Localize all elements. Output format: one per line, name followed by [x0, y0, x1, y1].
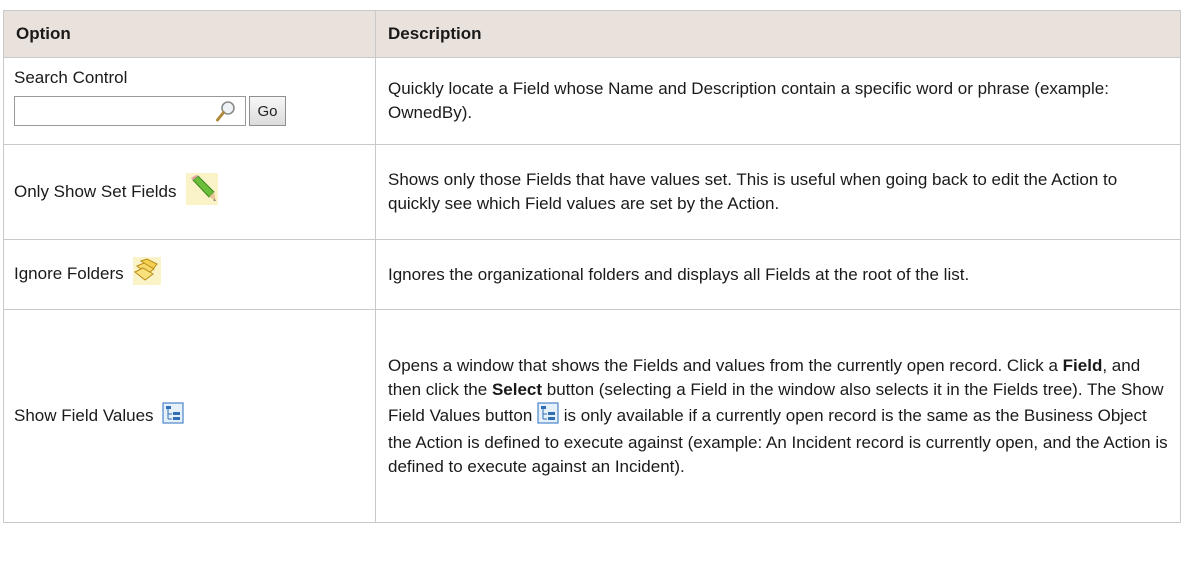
table-row: Show Field Values Opens a window that sh… [3, 309, 1181, 523]
search-control-label: Search Control [14, 68, 128, 87]
header-option: Option [3, 10, 376, 58]
header-row: Option Description [3, 10, 1181, 58]
option-cell: Only Show Set Fields [3, 144, 376, 240]
magnifier-icon[interactable] [215, 100, 237, 124]
show-field-values-label: Show Field Values [14, 405, 154, 425]
folders-icon [132, 256, 162, 293]
search-input[interactable] [14, 96, 246, 126]
description-text: Opens a window that shows the Fields and… [388, 355, 1063, 375]
description-cell: Shows only those Fields that have values… [375, 144, 1181, 240]
field-term: Field [1062, 355, 1103, 375]
description-cell: Opens a window that shows the Fields and… [375, 309, 1181, 523]
options-table: Option Description Search Control Go Qui… [3, 10, 1181, 523]
table-row: Ignore Folders Ignores the organizationa… [3, 239, 1181, 310]
search-control: Go [14, 96, 365, 126]
option-cell: Search Control Go [3, 57, 376, 145]
option-cell: Show Field Values [3, 309, 376, 523]
select-term: Select [491, 379, 543, 399]
header-description: Description [375, 10, 1181, 58]
field-values-icon [537, 401, 559, 431]
table-row: Search Control Go Quickly locate a Field… [3, 57, 1181, 145]
pencil-icon [185, 172, 219, 213]
ignore-folders-label: Ignore Folders [14, 263, 124, 283]
option-cell: Ignore Folders [3, 239, 376, 310]
field-values-icon [162, 401, 184, 431]
description-cell: Ignores the organizational folders and d… [375, 239, 1181, 310]
description-cell: Quickly locate a Field whose Name and De… [375, 57, 1181, 145]
go-button[interactable]: Go [249, 96, 286, 126]
only-show-set-fields-label: Only Show Set Fields [14, 181, 177, 201]
table-row: Only Show Set Fields Shows only those Fi… [3, 144, 1181, 240]
